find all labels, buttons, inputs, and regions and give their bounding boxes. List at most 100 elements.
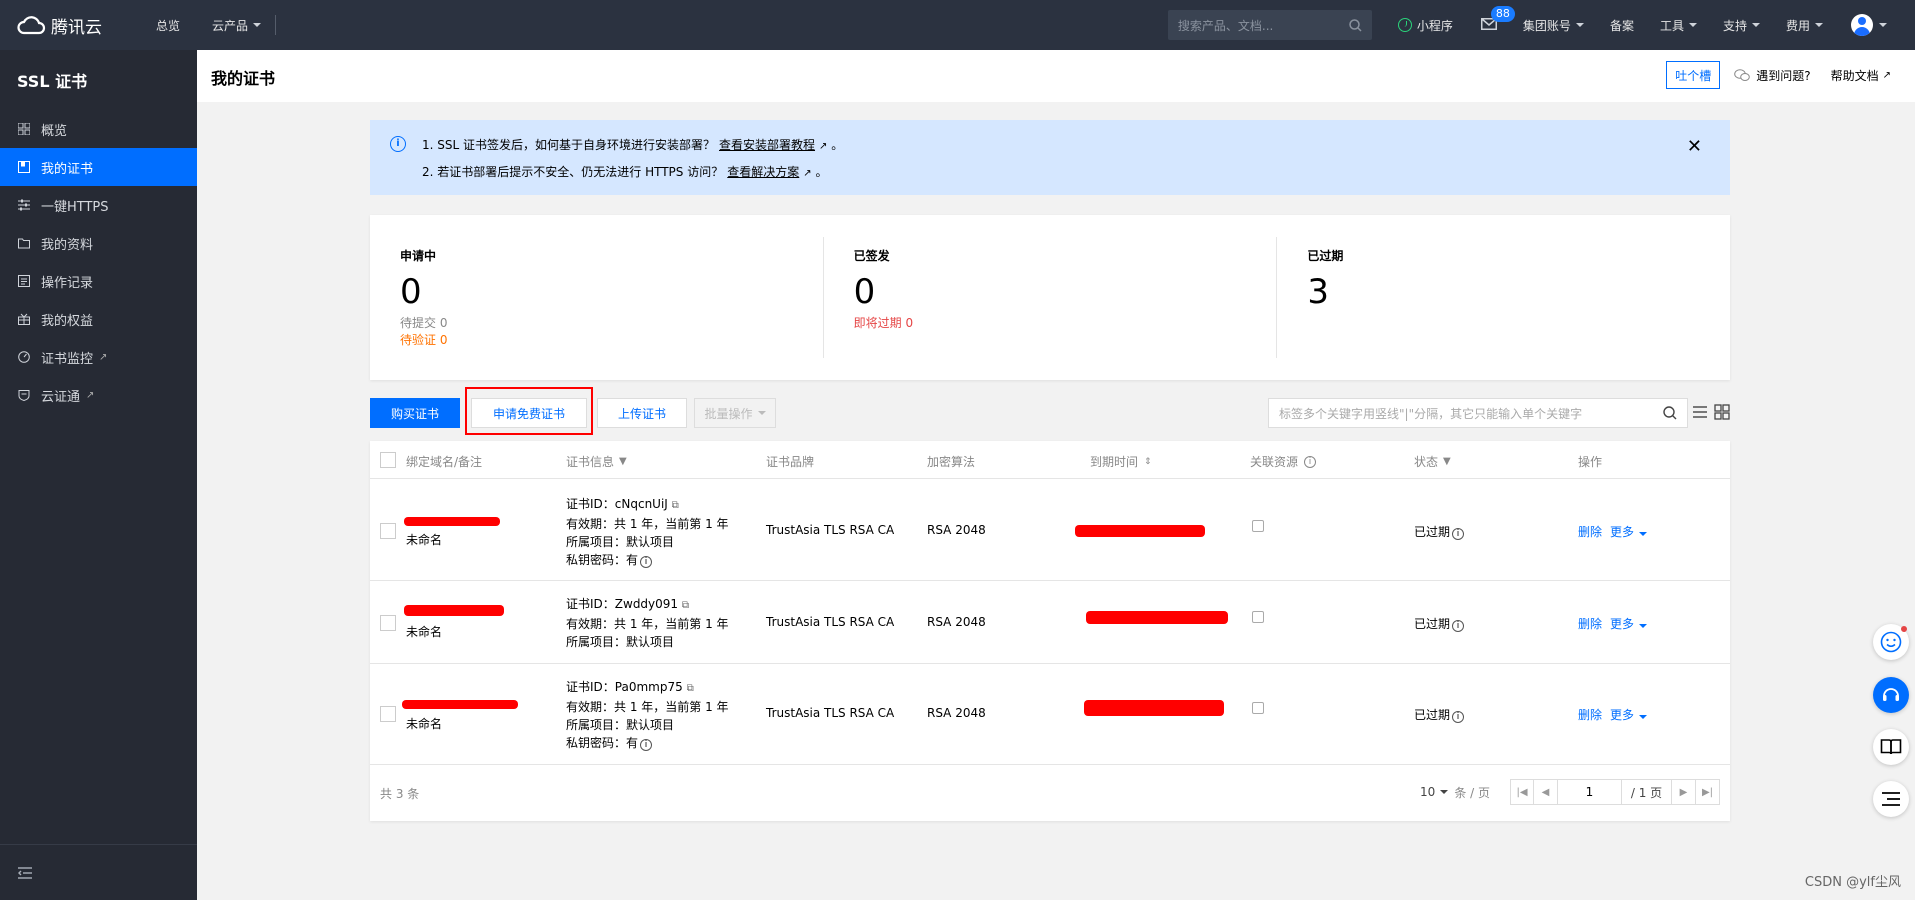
stat-value[interactable]: 0 xyxy=(854,272,1277,312)
global-search-input[interactable]: 搜索产品、文档... xyxy=(1167,10,1372,40)
more-menu[interactable]: 更多 xyxy=(1610,615,1648,632)
delete-link[interactable]: 删除 xyxy=(1578,523,1602,540)
next-page-button[interactable]: ▶ xyxy=(1672,779,1696,805)
solution-link[interactable]: 查看解决方案 xyxy=(727,165,799,179)
col-info[interactable]: 证书信息 ▼ xyxy=(566,453,627,470)
nav-products[interactable]: 云产品 xyxy=(212,17,262,34)
row-checkbox[interactable] xyxy=(380,615,396,631)
message-count-badge: 88 xyxy=(1490,5,1515,22)
certificate-search-input[interactable]: 标签多个关键字用竖线"|"分隔，其它只能输入单个关键字 xyxy=(1268,398,1688,428)
menu-button[interactable] xyxy=(1873,781,1909,817)
upload-certificate-button[interactable]: 上传证书 xyxy=(597,398,687,428)
last-page-button[interactable]: ▶| xyxy=(1696,779,1720,805)
sidebar-item-my-benefits[interactable]: 我的权益 xyxy=(0,300,197,338)
external-link-icon: ↗ xyxy=(819,141,828,152)
chevron-down-icon xyxy=(1639,532,1648,536)
copy-icon[interactable]: ⧉ xyxy=(687,683,694,694)
info-icon[interactable]: i xyxy=(1304,455,1317,468)
row-status-text: 已过期 xyxy=(1414,708,1451,722)
grid-icon xyxy=(17,122,31,136)
problem-link[interactable]: 遇到问题? xyxy=(1734,67,1811,84)
close-icon[interactable]: ✕ xyxy=(1687,136,1702,157)
page-size-value: 10 xyxy=(1420,785,1436,799)
collapse-menu-icon xyxy=(18,866,32,879)
more-label: 更多 xyxy=(1610,525,1635,539)
sidebar-item-cloud-cert[interactable]: 云证通 ↗ xyxy=(0,376,197,414)
cube-icon[interactable] xyxy=(1252,520,1264,532)
icp-filing-link[interactable]: 备案 xyxy=(1610,17,1634,34)
delete-link[interactable]: 删除 xyxy=(1578,615,1602,632)
col-brand: 证书品牌 xyxy=(766,455,815,469)
page-size-select[interactable]: 10 xyxy=(1420,785,1449,799)
table-footer: 共 3 条 10 条 / 页 |◀ ◀ 1 / 1 页 ▶ ▶| xyxy=(370,765,1730,821)
first-page-button[interactable]: |◀ xyxy=(1510,779,1534,805)
sidebar-item-one-click-https[interactable]: 一键HTTPS xyxy=(0,186,197,224)
info-icon[interactable]: i xyxy=(1452,528,1465,540)
group-account-menu[interactable]: 集团账号 xyxy=(1523,17,1584,34)
info-icon[interactable]: i xyxy=(1452,711,1465,723)
info-icon[interactable]: i xyxy=(1452,620,1465,632)
sidebar-item-overview[interactable]: 概览 xyxy=(0,110,197,148)
cert-project: 所属项目：默认项目 xyxy=(566,718,675,732)
apply-free-certificate-button[interactable]: 申请免费证书 xyxy=(471,398,587,428)
feedback-button[interactable]: 吐个槽 xyxy=(1666,61,1721,89)
customer-service-button[interactable] xyxy=(1873,677,1909,713)
batch-operation-button[interactable]: 批量操作 xyxy=(694,398,776,428)
mini-program-link[interactable]: 小程序 xyxy=(1397,17,1453,34)
copy-icon[interactable]: ⧉ xyxy=(682,600,689,611)
docs-button[interactable] xyxy=(1873,729,1909,765)
user-avatar[interactable] xyxy=(1851,14,1873,36)
sidebar-item-cert-monitor[interactable]: 证书监控 ↗ xyxy=(0,338,197,376)
chevron-down-icon xyxy=(1688,23,1697,27)
support-menu[interactable]: 支持 xyxy=(1723,17,1760,34)
row-checkbox[interactable] xyxy=(380,706,396,722)
row-cert-info: 证书ID：Pa0mmp75 ⧉ 有效期：共 1 年，当前第 1 年 所属项目：默… xyxy=(566,678,729,752)
page-number-input[interactable]: 1 xyxy=(1558,779,1622,805)
chevron-down-icon[interactable] xyxy=(1879,23,1887,27)
help-docs-link[interactable]: 帮助文档 ↗ xyxy=(1831,67,1891,84)
stat-pending-verify[interactable]: 待验证 0 xyxy=(400,331,823,348)
cert-id: 证书ID：Zwddy091 ⧉ xyxy=(566,595,729,615)
cube-icon[interactable] xyxy=(1252,611,1264,623)
message-button[interactable]: 88 xyxy=(1480,5,1515,33)
tools-menu[interactable]: 工具 xyxy=(1660,17,1697,34)
stat-value[interactable]: 3 xyxy=(1307,272,1730,312)
list-view-icon[interactable] xyxy=(1692,404,1708,420)
row-checkbox[interactable] xyxy=(380,523,396,539)
stat-pending-submit[interactable]: 待提交 0 xyxy=(400,314,823,331)
row-note: 未命名 xyxy=(406,717,443,731)
sidebar-item-label: 我的权益 xyxy=(41,313,94,329)
grid-view-icon[interactable] xyxy=(1714,404,1730,420)
install-guide-link[interactable]: 查看安装部署教程 xyxy=(719,138,815,152)
sidebar-item-operation-log[interactable]: 操作记录 xyxy=(0,262,197,300)
assistant-button[interactable] xyxy=(1873,624,1909,660)
notification-dot xyxy=(1901,626,1907,632)
info-icon[interactable]: i xyxy=(640,556,653,568)
cube-icon[interactable] xyxy=(1252,702,1264,714)
more-menu[interactable]: 更多 xyxy=(1610,706,1648,723)
delete-link[interactable]: 删除 xyxy=(1578,706,1602,723)
sidebar-collapse-button[interactable] xyxy=(0,844,197,900)
more-menu[interactable]: 更多 xyxy=(1610,523,1648,540)
select-all-checkbox[interactable] xyxy=(380,452,396,468)
copy-icon[interactable]: ⧉ xyxy=(672,500,679,511)
col-status[interactable]: 状态 ▼ xyxy=(1414,453,1451,470)
stat-expiring-soon[interactable]: 即将过期 0 xyxy=(854,314,1277,331)
sidebar-item-my-profile[interactable]: 我的资料 xyxy=(0,224,197,262)
tools-label: 工具 xyxy=(1659,18,1684,33)
sidebar-item-label: 我的资料 xyxy=(41,237,94,253)
nav-overview[interactable]: 总览 xyxy=(156,17,180,34)
sidebar-item-my-certificates[interactable]: 我的证书 xyxy=(0,148,197,186)
col-expire[interactable]: 到期时间 ⇕ xyxy=(1090,453,1152,470)
sidebar-item-label: 证书监控 xyxy=(41,351,94,367)
info-icon[interactable]: i xyxy=(640,739,653,751)
tencent-cloud-logo[interactable]: 腾讯云 xyxy=(16,13,124,38)
buy-certificate-button[interactable]: 购买证书 xyxy=(370,398,460,428)
notice-line-2: 2. 若证书部署后提示不安全、仍无法进行 HTTPS 访问？ 查看解决方案 ↗ 。 xyxy=(422,165,828,179)
prev-page-button[interactable]: ◀ xyxy=(1534,779,1558,805)
billing-menu[interactable]: 费用 xyxy=(1786,17,1823,34)
stat-issued: 已签发 0 即将过期 0 xyxy=(822,237,1277,358)
chevron-down-icon xyxy=(1575,23,1584,27)
stat-value[interactable]: 0 xyxy=(400,272,823,312)
search-icon[interactable] xyxy=(1663,406,1677,420)
